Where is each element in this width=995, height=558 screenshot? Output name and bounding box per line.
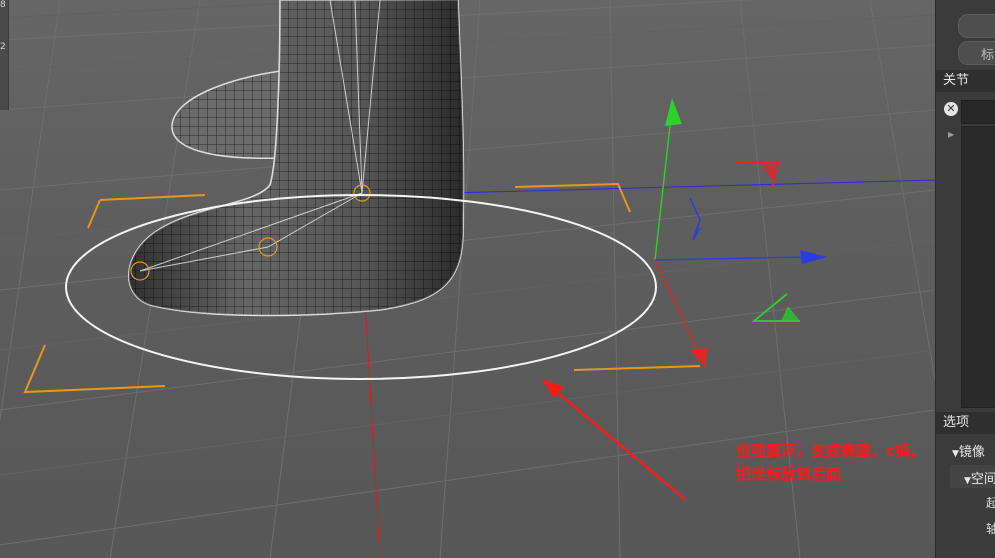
mirror-group[interactable]: ▼镜像 bbox=[952, 441, 985, 460]
axis-row-label: 轴 bbox=[986, 522, 995, 536]
start-row-label: 起 bbox=[986, 496, 995, 510]
panel-button-2[interactable]: 标 bbox=[958, 41, 995, 65]
panel-button-2-label: 标 bbox=[981, 48, 995, 63]
ruler-label: 8 bbox=[0, 0, 6, 10]
joint-list[interactable] bbox=[961, 126, 995, 408]
annotation-line-2: 把坐标放到后面 bbox=[736, 465, 842, 483]
3d-viewport[interactable]: 8 2 创建圆环，变成椭圆，c掉， 把坐标放到后面 bbox=[0, 0, 935, 558]
back-foot-mesh bbox=[171, 69, 291, 159]
leg-mesh bbox=[128, 0, 465, 317]
space-label: 空间 bbox=[970, 472, 995, 487]
left-ruler: 8 2 bbox=[0, 0, 9, 110]
annotation-arrow bbox=[542, 379, 687, 501]
x-axis-line bbox=[364, 299, 381, 558]
annotation-text: 创建圆环，变成椭圆，c掉， 把坐标放到后面 bbox=[736, 440, 925, 486]
transform-gizmo[interactable] bbox=[654, 98, 828, 368]
expand-triangle-icon[interactable]: ▶ bbox=[948, 130, 954, 139]
close-icon[interactable]: ✕ bbox=[944, 102, 958, 116]
attribute-panel: 标 关节 ✕ ▶ 选项 ▼镜像 ▼空间 起 轴 bbox=[935, 0, 995, 558]
dropdown-arrow-icon: ▼ bbox=[952, 449, 959, 459]
options-section-header[interactable]: 选项 bbox=[936, 412, 995, 434]
mirror-label: 镜像 bbox=[958, 445, 985, 460]
joint-section-header[interactable]: 关节 bbox=[936, 70, 995, 92]
panel-button-1[interactable] bbox=[958, 14, 995, 38]
joint-name-field[interactable] bbox=[961, 100, 995, 124]
space-group[interactable]: ▼空间 bbox=[964, 468, 995, 487]
ruler-label: 2 bbox=[0, 42, 6, 52]
dropdown-arrow-icon: ▼ bbox=[964, 476, 971, 486]
annotation-line-1: 创建圆环，变成椭圆，c掉， bbox=[736, 442, 925, 460]
